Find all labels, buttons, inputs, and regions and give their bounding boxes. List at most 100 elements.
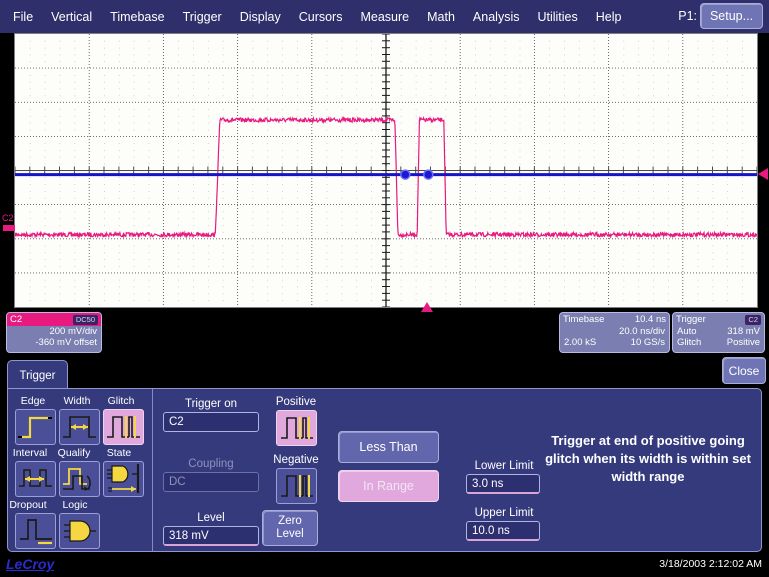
trigger-type-label-interval: Interval bbox=[6, 447, 54, 459]
trigger-type-label-dropout: Dropout bbox=[4, 499, 52, 511]
coupling-label: Coupling bbox=[163, 458, 259, 470]
waveform-grid[interactable] bbox=[14, 33, 758, 308]
status-bar: LeCroy 3/18/2003 2:12:02 AM bbox=[0, 553, 769, 577]
trigger-source-badge: C2 bbox=[745, 315, 761, 325]
trigger-type-glitch[interactable] bbox=[103, 409, 144, 445]
state-icon bbox=[104, 462, 143, 496]
timebase-title: Timebase bbox=[563, 314, 604, 325]
less-than-button[interactable]: Less Than bbox=[338, 431, 439, 463]
upper-limit-field[interactable]: 10.0 ns bbox=[466, 521, 540, 541]
close-button[interactable]: Close bbox=[722, 357, 766, 384]
zero-level-line2: Level bbox=[276, 528, 304, 541]
glitch-icon bbox=[104, 410, 143, 444]
qualify-icon bbox=[60, 462, 99, 496]
level-field[interactable]: 318 mV bbox=[163, 526, 259, 546]
positive-glitch-icon bbox=[277, 411, 316, 445]
lower-limit-label: Lower Limit bbox=[464, 460, 544, 472]
in-range-button[interactable]: In Range bbox=[338, 470, 439, 502]
upper-limit-label: Upper Limit bbox=[464, 507, 544, 519]
trigger-type-width[interactable] bbox=[59, 409, 100, 445]
channel-2-marker: C2 bbox=[2, 213, 14, 223]
timebase-delay: 10.4 ns bbox=[635, 314, 666, 325]
trigger-position-marker[interactable] bbox=[420, 301, 434, 313]
slope-positive-button[interactable] bbox=[276, 410, 317, 446]
descriptor-bar: C2 DC50 200 mV/div -360 mV offset Timeba… bbox=[0, 309, 769, 357]
zero-level-button[interactable]: Zero Level bbox=[262, 510, 318, 546]
channel-offset-marker[interactable] bbox=[2, 224, 16, 234]
coupling-field: DC bbox=[163, 472, 259, 492]
timebase-time-per-div: 20.0 ns/div bbox=[564, 326, 665, 337]
trigger-mode-row: Auto 318 mV bbox=[677, 326, 760, 337]
trigger-type-label-width: Width bbox=[53, 395, 101, 407]
trigger-type-label-state: State bbox=[95, 447, 143, 459]
timebase-descriptor-body: 20.0 ns/div 2.00 kS 10 GS/s bbox=[560, 326, 669, 348]
menu-vertical[interactable]: Vertical bbox=[42, 7, 101, 27]
trigger-slope: Positive bbox=[727, 337, 760, 348]
trigger-level-value: 318 mV bbox=[727, 326, 760, 337]
trigger-type-qualify[interactable] bbox=[59, 461, 100, 497]
setup-button[interactable]: Setup... bbox=[700, 3, 763, 29]
menu-bar: File Vertical Timebase Trigger Display C… bbox=[0, 0, 769, 33]
channel-descriptor-body: 200 mV/div -360 mV offset bbox=[7, 326, 101, 348]
trigger-on-label: Trigger on bbox=[163, 398, 259, 410]
level-label: Level bbox=[163, 512, 259, 524]
timebase-sample-rate: 10 GS/s bbox=[631, 337, 665, 348]
trigger-title: Trigger bbox=[676, 314, 706, 325]
negative-glitch-icon bbox=[277, 469, 316, 503]
trigger-type-dropout[interactable] bbox=[15, 513, 56, 549]
trigger-descriptor[interactable]: Trigger C2 Auto 318 mV Glitch Positive bbox=[672, 312, 765, 353]
timebase-descriptor[interactable]: Timebase 10.4 ns 20.0 ns/div 2.00 kS 10 … bbox=[559, 312, 670, 353]
lecroy-logo[interactable]: LeCroy bbox=[6, 556, 54, 572]
tab-trigger[interactable]: Trigger bbox=[7, 360, 68, 391]
trigger-level-marker[interactable] bbox=[757, 167, 769, 181]
slope-negative-label: Negative bbox=[265, 454, 327, 466]
trigger-type-row: Glitch Positive bbox=[677, 337, 760, 348]
channel-descriptor-header: C2 DC50 bbox=[7, 313, 101, 326]
trigger-descriptor-header: Trigger C2 bbox=[673, 313, 764, 326]
trigger-mode: Auto bbox=[677, 326, 697, 337]
waveform-canvas bbox=[15, 34, 757, 307]
menu-utilities[interactable]: Utilities bbox=[528, 7, 586, 27]
menu-timebase[interactable]: Timebase bbox=[101, 7, 173, 27]
menu-help[interactable]: Help bbox=[587, 7, 631, 27]
channel-coupling-badge: DC50 bbox=[73, 315, 98, 325]
menu-cursors[interactable]: Cursors bbox=[290, 7, 352, 27]
trigger-type-label-edge: Edge bbox=[9, 395, 57, 407]
channel-volts-per-div: 200 mV/div bbox=[11, 326, 97, 337]
trigger-type-label-glitch: Glitch bbox=[97, 395, 145, 407]
trigger-type-interval[interactable] bbox=[15, 461, 56, 497]
slope-negative-button[interactable] bbox=[276, 468, 317, 504]
channel-descriptor-name: C2 bbox=[10, 314, 22, 325]
dialog-tab-row bbox=[0, 357, 769, 388]
menu-measure[interactable]: Measure bbox=[351, 7, 418, 27]
menu-analysis[interactable]: Analysis bbox=[464, 7, 529, 27]
trigger-type-state[interactable] bbox=[103, 461, 144, 497]
trigger-type: Glitch bbox=[677, 337, 701, 348]
slope-positive-label: Positive bbox=[265, 396, 327, 408]
menu-math[interactable]: Math bbox=[418, 7, 464, 27]
zero-level-line1: Zero bbox=[276, 515, 304, 528]
p1-label: P1: bbox=[678, 9, 697, 23]
channel-offset: -360 mV offset bbox=[11, 337, 97, 348]
timebase-memory: 2.00 kS bbox=[564, 337, 596, 348]
width-icon bbox=[60, 410, 99, 444]
trigger-descriptor-body: Auto 318 mV Glitch Positive bbox=[673, 326, 764, 348]
trigger-type-label-logic: Logic bbox=[51, 499, 99, 511]
trigger-type-edge[interactable] bbox=[15, 409, 56, 445]
oscilloscope-screen: File Vertical Timebase Trigger Display C… bbox=[0, 0, 769, 577]
interval-icon bbox=[16, 462, 55, 496]
trigger-on-field[interactable]: C2 bbox=[163, 412, 259, 432]
datetime-display: 3/18/2003 2:12:02 AM bbox=[659, 558, 762, 570]
menu-file[interactable]: File bbox=[4, 7, 42, 27]
channel-descriptor-c2[interactable]: C2 DC50 200 mV/div -360 mV offset bbox=[6, 312, 102, 353]
lower-limit-field[interactable]: 3.0 ns bbox=[466, 474, 540, 494]
trigger-type-logic[interactable] bbox=[59, 513, 100, 549]
menu-trigger[interactable]: Trigger bbox=[174, 7, 231, 27]
timebase-memory-row: 2.00 kS 10 GS/s bbox=[564, 337, 665, 348]
dropout-icon bbox=[16, 514, 55, 548]
logic-icon bbox=[60, 514, 99, 548]
timebase-descriptor-header: Timebase 10.4 ns bbox=[560, 313, 669, 326]
edge-icon bbox=[16, 410, 55, 444]
menu-display[interactable]: Display bbox=[231, 7, 290, 27]
trigger-type-label-qualify: Qualify bbox=[50, 447, 98, 459]
